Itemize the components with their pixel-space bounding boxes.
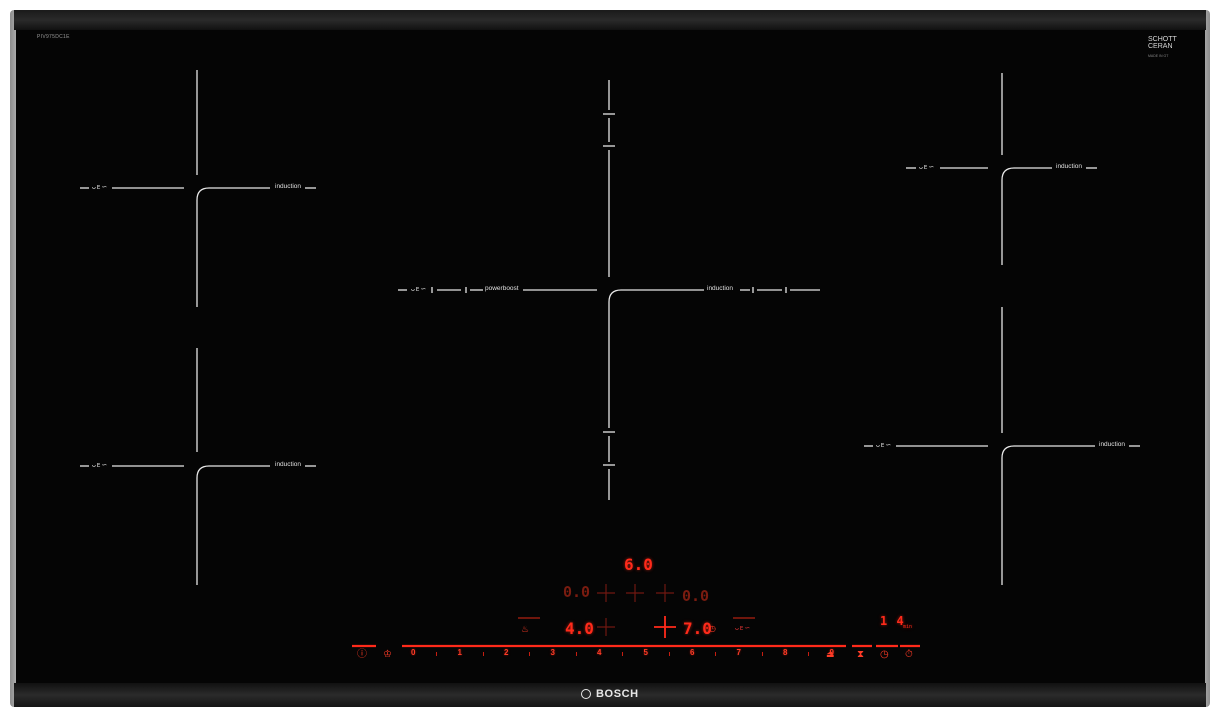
power-level-7[interactable]: 7 [737, 648, 741, 657]
zone-display-left-mid: 0.0 [563, 583, 591, 601]
flex-zone-icon[interactable]: ᴗᴇ∽ [735, 624, 751, 632]
power-level-8[interactable]: 8 [783, 648, 787, 657]
power-level-1[interactable]: 1 [458, 648, 462, 657]
flex-zone-icon[interactable]: ᴗᴇ∽ [876, 441, 892, 449]
power-level-tick [436, 652, 438, 656]
pot-icon[interactable]: ♨ [521, 624, 529, 634]
stopwatch-icon[interactable]: ⏱ [905, 650, 913, 660]
zone-front-right-label: induction [1099, 441, 1126, 448]
zone-markings [80, 70, 1140, 648]
flex-zone-icon[interactable]: ᴗᴇ∽ [919, 163, 935, 171]
flex-zone-icon[interactable]: ᴗᴇ∽ [411, 285, 427, 293]
zone-rear-left-label: induction [275, 183, 302, 190]
zone-rear-right-label: induction [1056, 163, 1083, 170]
zone-display-right-low: 7.0 [683, 619, 712, 638]
power-level-tick [529, 652, 531, 656]
power-level-6[interactable]: 6 [690, 648, 694, 657]
timer-display: 1 4 [880, 614, 905, 628]
power-level-4[interactable]: 4 [597, 648, 601, 657]
power-level-3[interactable]: 3 [551, 648, 555, 657]
power-level-2[interactable]: 2 [504, 648, 508, 657]
zone-center-boost-label: powerboost [485, 285, 519, 292]
flex-zone-icon[interactable]: ᴗᴇ∽ [92, 461, 108, 469]
timer-unit: min [903, 624, 913, 630]
child-lock-icon[interactable]: ♔ [383, 650, 392, 660]
power-level-0[interactable]: 0 [411, 648, 415, 657]
zone-display-top: 6.0 [624, 555, 653, 574]
flex-zone-icon[interactable]: ᴗᴇ∽ [92, 183, 108, 191]
zone-center-label: induction [707, 285, 734, 292]
zone-display-left-low: 4.0 [565, 619, 594, 638]
brand-name: BOSCH [596, 688, 639, 700]
boost-icon[interactable]: ⏏ [826, 649, 835, 659]
info-icon[interactable]: ⓘ [357, 650, 367, 660]
zone-display-right-mid: 0.0 [682, 587, 710, 605]
power-level-tick [482, 652, 484, 656]
power-level-tick [761, 652, 763, 656]
power-level-5[interactable]: 5 [644, 648, 648, 657]
timer-small-icon[interactable]: ◷ [709, 624, 716, 634]
zone-front-left-label: induction [275, 461, 302, 468]
power-level-tick [668, 652, 670, 656]
hourglass-icon[interactable]: ⧗ [857, 650, 864, 660]
timer-icon[interactable]: ◷ [880, 650, 889, 660]
power-level-tick [808, 652, 810, 656]
power-level-tick [622, 652, 624, 656]
power-level-tick [715, 652, 717, 656]
power-level-tick [575, 652, 577, 656]
bosch-logo-icon [581, 689, 591, 699]
